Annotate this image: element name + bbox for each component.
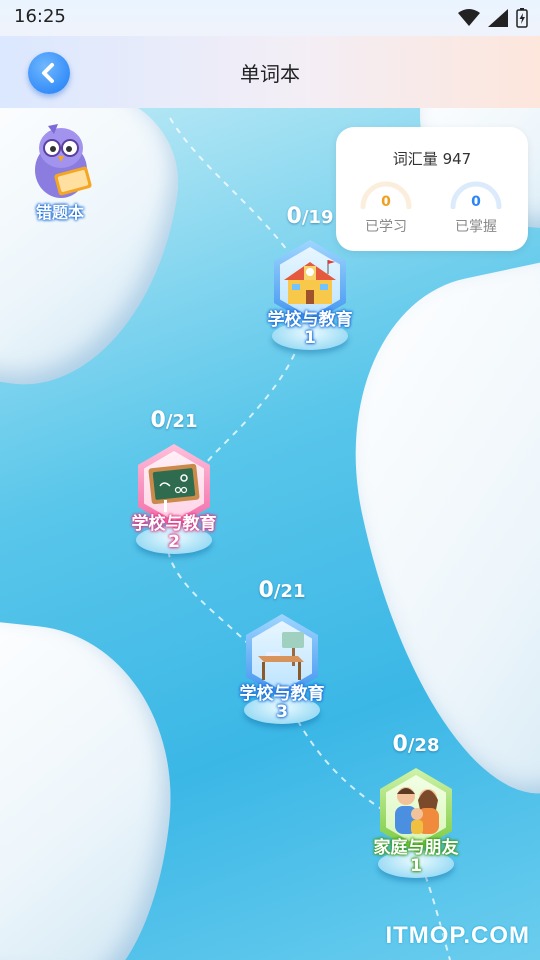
lesson-progress: 0/21 <box>150 408 198 433</box>
bird-reading-icon <box>35 124 92 198</box>
lesson-progress: 0/19 <box>286 204 334 229</box>
lesson-name: 学校与教育 <box>267 310 353 330</box>
lesson-name: 家庭与朋友 <box>373 838 459 858</box>
watermark: ITMOP.COM <box>385 922 530 949</box>
lesson-progress: 0/28 <box>392 732 440 757</box>
signal-icon <box>488 9 508 27</box>
mastered-value: 0 <box>471 194 481 210</box>
lesson-node[interactable]: 0/28 家庭与朋友 1 <box>356 732 476 912</box>
lesson-node[interactable]: 0/19 学校与教育 1 <box>250 204 370 384</box>
page-title: 单词本 <box>240 62 300 86</box>
error-book-label: 错题本 <box>35 203 84 222</box>
battery-icon <box>516 8 528 28</box>
chalkboard-icon <box>148 463 200 512</box>
family-icon <box>395 787 439 834</box>
wifi-icon <box>458 9 480 26</box>
lesson-number: 3 <box>276 702 288 722</box>
status-bar: 16:25 <box>0 0 540 36</box>
lesson-number: 2 <box>168 532 180 552</box>
lesson-number: 1 <box>304 328 316 348</box>
vocabulary-book-screen: 16:25 单词本 错题本 词汇量 947 0 已学习 0 已掌握 0/19 学… <box>0 0 540 960</box>
desk-chair-icon <box>258 632 304 680</box>
lesson-name: 学校与教育 <box>239 684 325 704</box>
header: 单词本 <box>0 36 540 108</box>
mastered-gauge: 0 已掌握 <box>448 179 504 239</box>
lesson-number: 1 <box>410 856 422 876</box>
lesson-progress: 0/21 <box>258 578 306 603</box>
vocab-count: 词汇量 947 <box>392 150 472 168</box>
lesson-node[interactable]: 0/21 学校与教育 2 <box>114 408 234 588</box>
lesson-name: 学校与教育 <box>131 514 217 534</box>
status-time: 16:25 <box>14 6 66 27</box>
mastered-label: 已掌握 <box>455 219 497 235</box>
lesson-node[interactable]: 0/21 学校与教育 3 <box>222 578 342 758</box>
error-book-button[interactable]: 错题本 <box>20 118 100 226</box>
school-building-icon <box>284 260 336 304</box>
status-icons <box>458 8 528 28</box>
